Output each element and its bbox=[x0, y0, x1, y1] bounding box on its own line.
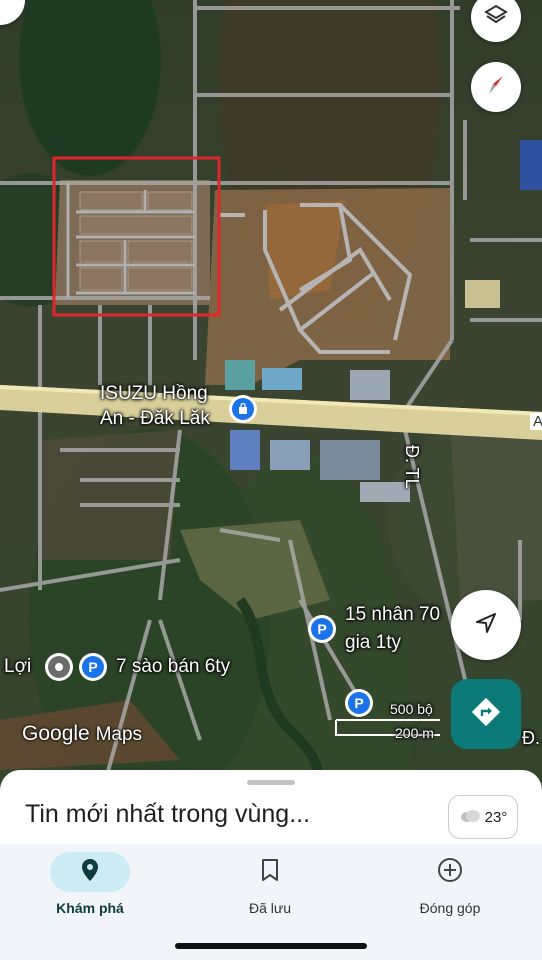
place-marker-loi[interactable] bbox=[45, 653, 73, 681]
compass-button[interactable] bbox=[471, 62, 521, 112]
place-label-isuzu-line1[interactable]: ISUZU Hồng bbox=[100, 383, 208, 405]
nav-item-explore[interactable]: Khám phá bbox=[0, 844, 180, 944]
building bbox=[270, 440, 310, 470]
land-plot bbox=[79, 267, 123, 291]
building bbox=[262, 368, 302, 390]
weather-temp: 23° bbox=[484, 808, 508, 826]
nav-item-contribute[interactable]: Đóng góp bbox=[360, 844, 540, 944]
place-pin-icon bbox=[81, 858, 99, 887]
land-plot bbox=[79, 240, 123, 263]
sheet-title: Tin mới nhất trong vùng... bbox=[25, 800, 311, 828]
add-circle-icon bbox=[437, 857, 463, 888]
scale-imperial: 500 bộ bbox=[390, 701, 433, 717]
land-plot bbox=[127, 267, 193, 291]
parking-icon: P bbox=[82, 656, 104, 678]
road-label-tl: Đ. TL bbox=[402, 445, 422, 489]
directions-button[interactable] bbox=[451, 679, 521, 749]
scale-metric: 200 m bbox=[395, 725, 434, 741]
bookmark-icon bbox=[261, 858, 279, 887]
place-marker-7-sao[interactable]: P bbox=[79, 653, 107, 681]
place-marker-isuzu[interactable] bbox=[229, 395, 257, 423]
building bbox=[520, 140, 542, 190]
building bbox=[225, 360, 255, 390]
weather-chip[interactable]: 23° bbox=[448, 795, 518, 839]
place-marker-15-nhan[interactable]: P bbox=[308, 615, 336, 643]
logo-maps: Maps bbox=[95, 724, 143, 745]
building bbox=[350, 370, 390, 400]
my-location-button[interactable] bbox=[451, 590, 521, 660]
place-icon bbox=[48, 656, 70, 678]
my-location-icon bbox=[473, 610, 499, 641]
cloud-icon bbox=[459, 808, 481, 827]
logo-google: Google bbox=[22, 722, 90, 745]
satellite-map[interactable]: ISUZU Hồng An - Đăk Lăk Đ. TL A Đ. P 15 … bbox=[0, 0, 542, 800]
nav-item-saved[interactable]: Đã lưu bbox=[180, 844, 360, 944]
building bbox=[465, 280, 500, 308]
place-label-7-sao[interactable]: 7 sào bán 6ty bbox=[116, 656, 230, 678]
place-label-15-nhan-line1[interactable]: 15 nhân 70 bbox=[345, 604, 440, 626]
bottom-navigation: Khám phá Đã lưu Đóng góp bbox=[0, 844, 542, 960]
nav-label-saved: Đã lưu bbox=[248, 900, 292, 916]
layers-icon bbox=[484, 3, 508, 32]
building bbox=[230, 430, 260, 470]
compass-icon bbox=[483, 72, 509, 103]
home-indicator bbox=[175, 943, 367, 949]
building bbox=[320, 440, 380, 480]
nav-icon-wrap bbox=[410, 852, 490, 892]
land-plot bbox=[79, 215, 193, 235]
parking-icon: P bbox=[348, 692, 370, 714]
nav-label-explore: Khám phá bbox=[56, 900, 124, 916]
road-label-d: Đ. bbox=[522, 728, 540, 748]
land-plot bbox=[147, 191, 193, 211]
village bbox=[450, 420, 542, 600]
directions-icon bbox=[471, 697, 501, 732]
sheet-drag-handle[interactable] bbox=[247, 780, 295, 785]
google-maps-logo: Google Maps bbox=[22, 722, 142, 746]
parking-icon: P bbox=[311, 618, 333, 640]
shopping-bag-icon bbox=[232, 398, 254, 420]
place-label-loi[interactable]: Lợi bbox=[4, 656, 31, 678]
road bbox=[0, 558, 181, 592]
place-label-15-nhan-line2[interactable]: gia 1ty bbox=[345, 632, 401, 654]
nav-active-pill bbox=[50, 852, 130, 892]
road-label-a: A bbox=[530, 413, 542, 431]
nav-icon-wrap bbox=[230, 852, 310, 892]
place-label-isuzu-line2[interactable]: An - Đăk Lăk bbox=[100, 408, 210, 430]
nav-label-contribute: Đóng góp bbox=[419, 900, 481, 916]
land-plot bbox=[127, 240, 193, 263]
place-marker-parking[interactable]: P bbox=[345, 689, 373, 717]
land-plot bbox=[79, 191, 143, 211]
highway bbox=[0, 385, 542, 440]
road bbox=[158, 619, 202, 741]
